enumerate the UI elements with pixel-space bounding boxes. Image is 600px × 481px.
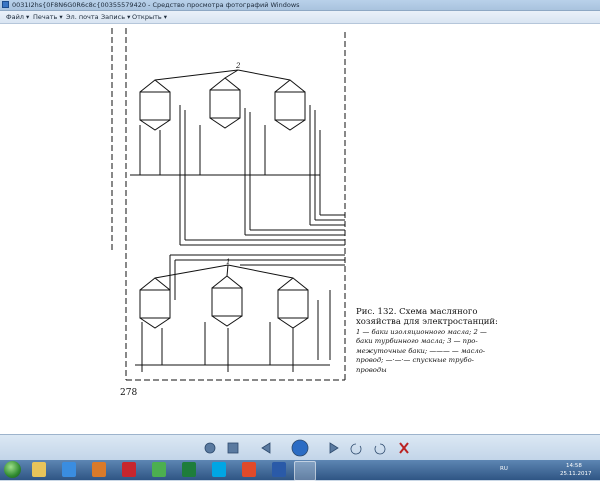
window-title: 0031I2hs{0F8N6G0R6c8c{00355579420 - Сред… — [12, 1, 300, 9]
caption-line: баки турбинного масла; 3 — про- — [356, 337, 478, 346]
caption-line: 1 — баки изоляционного масла; 2 — — [356, 328, 487, 336]
ie-icon[interactable] — [62, 462, 76, 477]
photo-viewer-app-icon — [2, 1, 9, 8]
caption-line: межуточные баки; ——— — масло- — [356, 346, 486, 355]
slideshow-icon[interactable] — [291, 439, 309, 457]
windows-taskbar: RU 14:58 25.11.2017 — [0, 460, 600, 481]
rotate-left-icon[interactable] — [350, 443, 362, 455]
label-2: 2 — [236, 62, 241, 70]
menu-burn[interactable]: Запись ▾ — [101, 13, 130, 21]
explorer-icon[interactable] — [32, 462, 46, 477]
opera-icon[interactable] — [122, 462, 136, 477]
start-button[interactable] — [4, 461, 21, 478]
actual-size-icon[interactable] — [227, 442, 239, 454]
menu-bar: Файл ▾ Печать ▾ Эл. почта Запись ▾ Откры… — [0, 11, 600, 24]
turbine-oil-tanks — [139, 69, 306, 131]
skype-icon[interactable] — [212, 462, 226, 477]
menu-file[interactable]: Файл ▾ — [6, 13, 29, 21]
bottom-pipes — [135, 290, 331, 372]
caption-line: провод; —·—·— спускные трубо- — [356, 356, 474, 365]
title-bar: 0031I2hs{0F8N6G0R6c8c{00355579420 - Сред… — [0, 0, 600, 11]
caption-line: проводы — [356, 365, 387, 374]
toolbar-controls — [204, 439, 409, 457]
language-indicator[interactable]: RU — [500, 466, 508, 472]
word-icon[interactable] — [272, 462, 286, 477]
menu-email[interactable]: Эл. почта — [66, 13, 99, 21]
previous-icon[interactable] — [261, 442, 271, 454]
menu-open[interactable]: Открыть ▾ — [132, 13, 167, 21]
rotate-right-icon[interactable] — [374, 443, 386, 455]
photo-viewer-toolbar — [0, 434, 600, 461]
chrome-icon[interactable] — [152, 462, 166, 477]
app-icon[interactable] — [242, 462, 256, 477]
label-1: 1 — [226, 258, 231, 266]
next-icon[interactable] — [329, 442, 339, 454]
insulating-oil-tanks — [139, 264, 309, 329]
menu-print[interactable]: Печать ▾ — [33, 13, 63, 21]
figure-caption: Рис. 132. Схема масляного хозяйства для … — [356, 307, 516, 374]
page-number: 278 — [120, 388, 138, 398]
top-pipes — [130, 105, 321, 245]
media-icon[interactable] — [92, 462, 106, 477]
photo-viewer-task[interactable] — [294, 461, 316, 481]
zoom-icon[interactable] — [204, 442, 216, 454]
clock-time[interactable]: 14:58 — [566, 463, 582, 469]
clock-date[interactable]: 25.11.2017 — [560, 471, 592, 477]
excel-icon[interactable] — [182, 462, 196, 477]
oil-pipeline-bus — [169, 214, 345, 300]
caption-title: Рис. 132. Схема масляного хозяйства для … — [356, 307, 498, 327]
